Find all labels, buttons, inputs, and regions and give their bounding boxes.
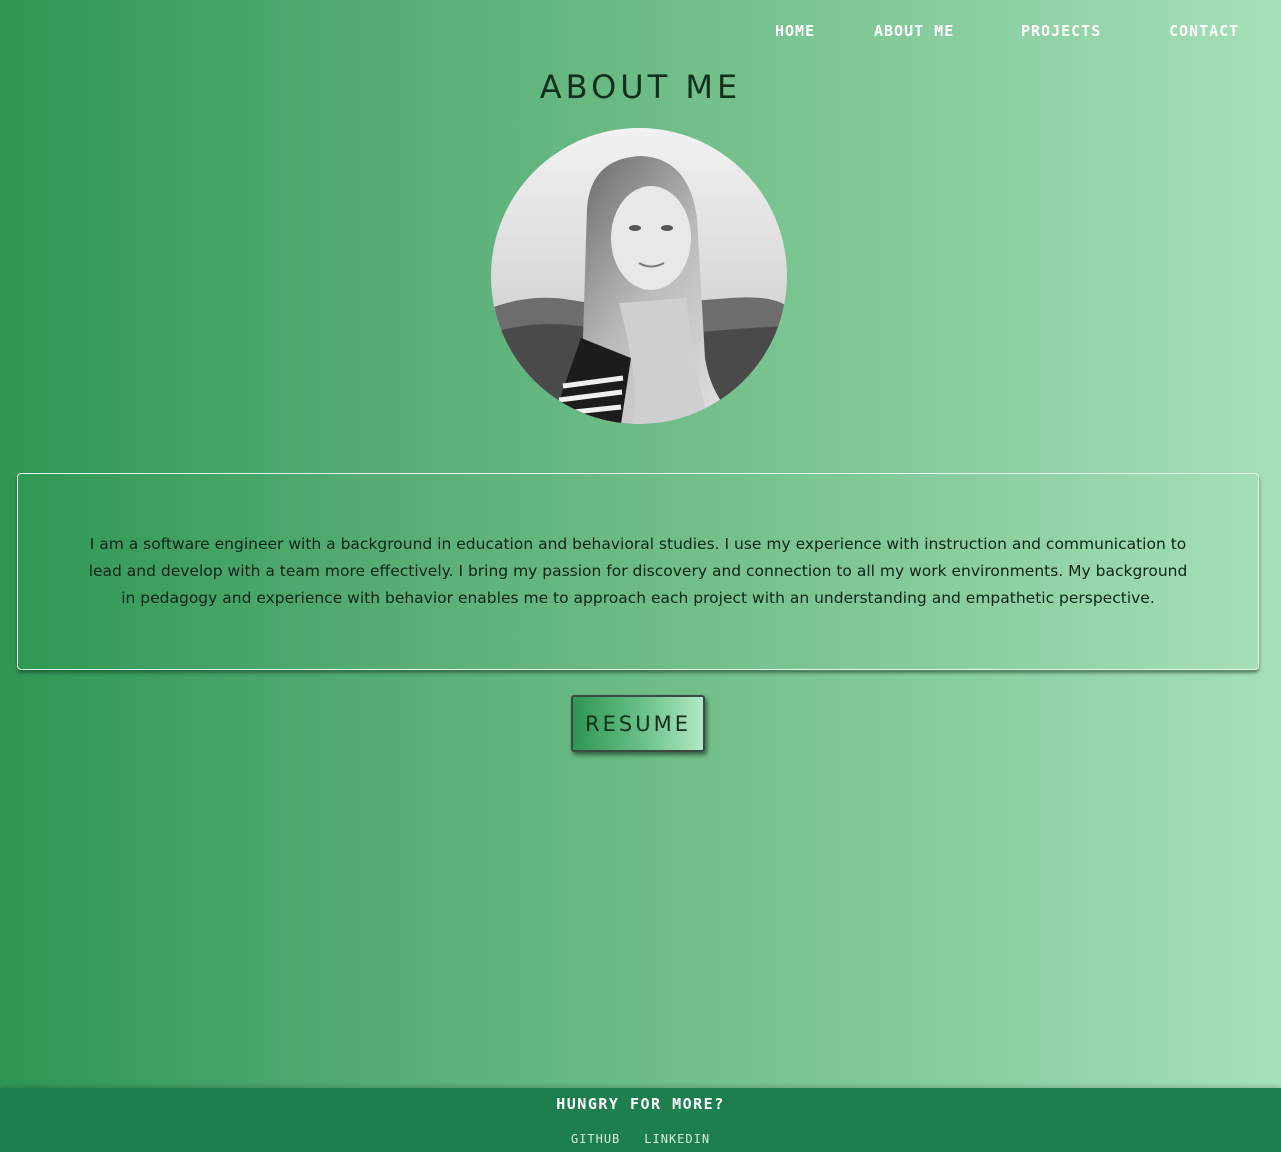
page-title: ABOUT ME [539, 68, 742, 106]
resume-button[interactable]: RESUME [571, 695, 705, 752]
footer-heading: HUNGRY FOR MORE? [556, 1095, 725, 1113]
nav-item-contact[interactable]: CONTACT [1169, 22, 1239, 40]
profile-photo-illustration [491, 128, 787, 424]
nav-item-about-me[interactable]: ABOUT ME [874, 22, 954, 40]
footer-links: GITHUB LINKEDIN [0, 1132, 1281, 1146]
footer-link-github[interactable]: GITHUB [571, 1132, 620, 1146]
bio-text: I am a software engineer with a backgrou… [88, 535, 1188, 607]
profile-photo [491, 128, 787, 424]
nav-item-projects[interactable]: PROJECTS [1021, 22, 1101, 40]
bio-card: I am a software engineer with a backgrou… [17, 473, 1259, 670]
footer: HUNGRY FOR MORE? GITHUB LINKEDIN [0, 1088, 1281, 1152]
footer-link-linkedin[interactable]: LINKEDIN [644, 1132, 710, 1146]
nav-item-home[interactable]: HOME [775, 22, 815, 40]
